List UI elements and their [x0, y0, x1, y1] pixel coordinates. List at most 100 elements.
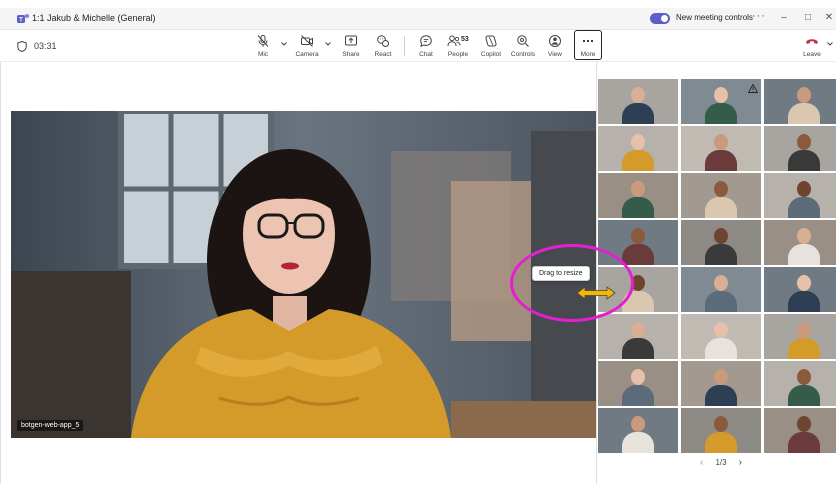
participant-tile[interactable]: [764, 361, 836, 406]
controls-button[interactable]: Controls: [506, 32, 540, 60]
warning-icon: [748, 84, 758, 93]
participant-tile[interactable]: [598, 314, 678, 359]
participant-tile[interactable]: [681, 314, 761, 359]
meeting-toolbar: 03:31 Mic Camera Share React Chat People…: [0, 30, 836, 62]
participant-face: [631, 87, 645, 103]
participant-figure: [705, 291, 737, 312]
people-icon: [447, 35, 461, 47]
participant-face: [797, 275, 811, 291]
participant-figure: [622, 103, 654, 124]
participant-face: [631, 228, 645, 244]
participant-figure: [622, 244, 654, 265]
new-meeting-controls-toggle[interactable]: [650, 13, 670, 24]
more-icon: [582, 39, 594, 43]
participant-face: [714, 181, 728, 197]
participant-tile[interactable]: [681, 173, 761, 218]
participant-figure: [788, 432, 820, 453]
mic-options-chevron-down-icon[interactable]: [280, 40, 288, 48]
copilot-button[interactable]: Copilot: [474, 32, 508, 60]
participant-face: [631, 322, 645, 338]
participant-figure: [788, 150, 820, 171]
participant-face: [714, 275, 728, 291]
people-label: People: [447, 51, 469, 58]
participant-figure: [705, 385, 737, 406]
titlebar-more-icon[interactable]: ···: [752, 10, 766, 22]
chat-icon: [420, 35, 432, 48]
close-button[interactable]: ✕: [822, 12, 836, 23]
svg-text:T: T: [19, 18, 23, 24]
main-stage: [0, 62, 597, 484]
camera-label: Camera: [295, 51, 319, 58]
mic-label: Mic: [257, 51, 269, 58]
shield-icon: [17, 41, 27, 52]
participant-figure: [788, 197, 820, 218]
more-button[interactable]: More: [571, 32, 605, 60]
participant-tile[interactable]: [764, 126, 836, 171]
mic-button[interactable]: Mic: [246, 32, 280, 60]
participant-face: [797, 134, 811, 150]
participant-tile[interactable]: [598, 126, 678, 171]
participant-figure: [705, 244, 737, 265]
participant-tile[interactable]: [764, 79, 836, 124]
react-button[interactable]: React: [366, 32, 400, 60]
participant-figure: [788, 291, 820, 312]
people-button[interactable]: People: [441, 32, 475, 60]
minimize-button[interactable]: –: [777, 12, 791, 23]
participant-name-tag: botgen-web-app_5: [17, 420, 84, 431]
participant-figure: [705, 197, 737, 218]
participant-figure: [705, 103, 737, 124]
participant-face: [714, 228, 728, 244]
camera-button[interactable]: Camera: [290, 32, 324, 60]
participant-tile[interactable]: [764, 314, 836, 359]
participant-tile[interactable]: [764, 267, 836, 312]
participant-tile[interactable]: [681, 126, 761, 171]
people-count-badge: 53: [461, 36, 469, 43]
participant-tile[interactable]: [598, 79, 678, 124]
participant-face: [631, 181, 645, 197]
participant-face: [631, 416, 645, 432]
participant-tile[interactable]: [681, 408, 761, 453]
controls-label: Controls: [510, 51, 536, 58]
participant-face: [797, 181, 811, 197]
gallery-pager: ‹ 1/3 ›: [700, 456, 742, 468]
participant-figure: [788, 244, 820, 265]
participant-video-frame: [11, 111, 597, 438]
meeting-timer: 03:31: [34, 41, 57, 51]
mic-off-icon: [257, 35, 269, 47]
participant-tile[interactable]: [598, 361, 678, 406]
leave-button[interactable]: Leave: [798, 32, 826, 60]
participant-tile[interactable]: [598, 408, 678, 453]
participant-tile[interactable]: [764, 173, 836, 218]
leave-options-chevron-down-icon[interactable]: [826, 40, 834, 48]
participant-figure: [622, 197, 654, 218]
maximize-button[interactable]: □: [801, 12, 815, 23]
page-indicator: 1/3: [715, 457, 727, 467]
next-page-button[interactable]: ›: [739, 457, 742, 468]
resize-handle-arrow-icon[interactable]: [576, 286, 616, 300]
participant-figure: [622, 338, 654, 359]
camera-options-chevron-down-icon[interactable]: [324, 40, 332, 48]
participant-video[interactable]: [11, 111, 597, 438]
chat-label: Chat: [419, 51, 433, 58]
view-button[interactable]: View: [538, 32, 572, 60]
participant-figure: [788, 338, 820, 359]
participant-tile[interactable]: [764, 408, 836, 453]
participant-face: [714, 87, 728, 103]
participant-tile[interactable]: [681, 220, 761, 265]
previous-page-button[interactable]: ‹: [700, 457, 703, 468]
participant-face: [797, 228, 811, 244]
view-label: View: [548, 51, 562, 58]
participant-face: [797, 87, 811, 103]
participant-face: [714, 322, 728, 338]
participant-tile[interactable]: [598, 173, 678, 218]
view-icon: [549, 35, 561, 47]
window-title: 1:1 Jakub & Michelle (General): [32, 13, 156, 23]
participant-tile[interactable]: [681, 361, 761, 406]
share-button[interactable]: Share: [334, 32, 368, 60]
participant-tile[interactable]: [764, 220, 836, 265]
participant-figure: [622, 385, 654, 406]
participant-tile[interactable]: [681, 267, 761, 312]
participant-face: [631, 134, 645, 150]
chat-button[interactable]: Chat: [409, 32, 443, 60]
copilot-icon: [485, 35, 497, 47]
